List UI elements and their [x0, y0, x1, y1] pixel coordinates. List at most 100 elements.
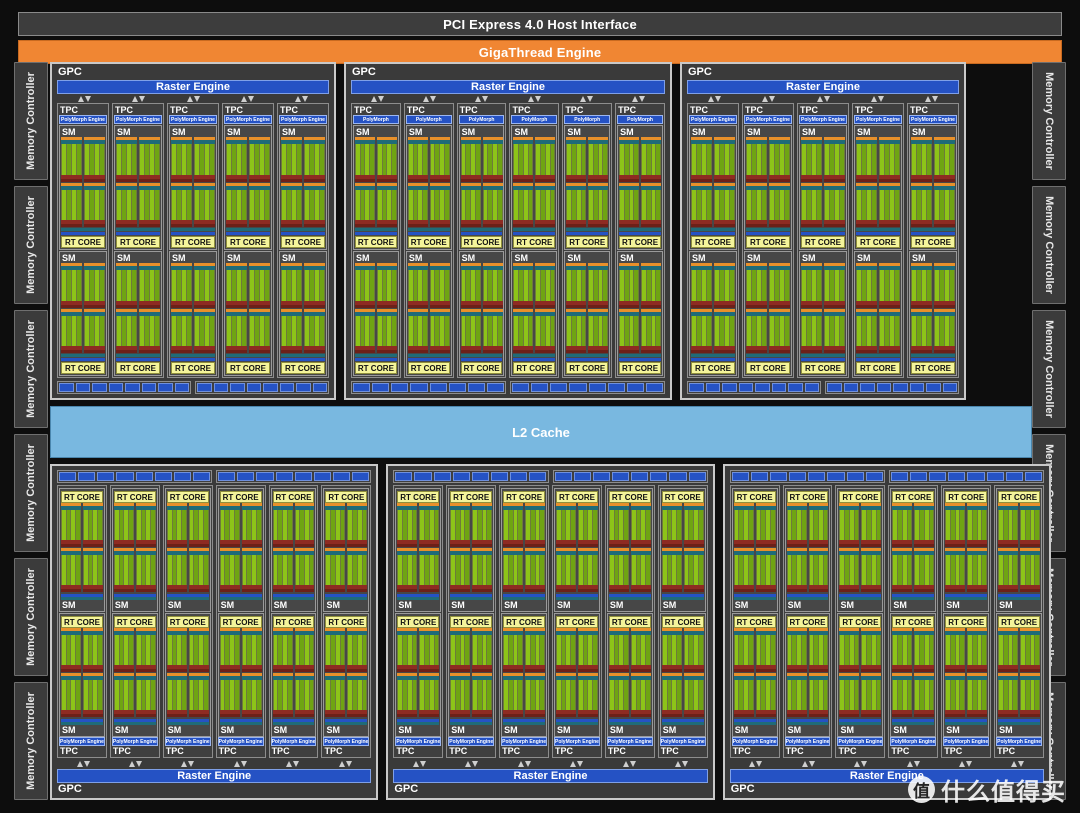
sm-body [786, 628, 829, 725]
tpc-3-3: RT CORE SM RT CORE SM PolyMorph Engine TPC [835, 485, 886, 758]
special-function-unit-bar [577, 544, 598, 547]
cuda-core-columns [879, 144, 900, 175]
arrow-pair [109, 759, 161, 768]
rop-unit [294, 472, 312, 481]
rt-core: RT CORE [892, 491, 935, 503]
special-function-unit-bar [113, 669, 134, 672]
sm-partition-pair-2 [746, 308, 790, 353]
cuda-core-column [181, 635, 186, 665]
cuda-core-column [545, 189, 550, 220]
processing-block-4 [241, 548, 262, 592]
processing-block-4 [824, 308, 845, 353]
arrow-pair [214, 759, 266, 768]
cuda-core-columns [273, 680, 293, 710]
cuda-core-column [631, 680, 636, 710]
sm-partition-pair-1 [608, 503, 651, 547]
arrow-up-icon [762, 95, 769, 102]
rt-core: RT CORE [61, 362, 105, 374]
cuda-core-column [227, 144, 231, 175]
cuda-core-columns [914, 510, 934, 540]
tpc-1-3: RT CORE SM RT CORE SM PolyMorph Engine TPC [162, 485, 213, 758]
sm-body [397, 628, 440, 725]
cuda-core-column [835, 189, 839, 220]
processing-block-3 [998, 548, 1019, 592]
rt-core: RT CORE [786, 616, 829, 628]
arrow-down-icon [345, 760, 352, 767]
sm-3-6-sm2: RT CORE SM [996, 613, 1043, 737]
rop-strip [57, 470, 372, 483]
special-function-unit-bar [450, 669, 471, 672]
special-function-unit-bar [241, 669, 262, 672]
cuda-core-column [237, 144, 241, 175]
cuda-core-column [915, 510, 920, 540]
cuda-core-column [572, 144, 576, 175]
cuda-core-column [823, 510, 828, 540]
rt-core: RT CORE [355, 362, 397, 374]
cuda-core-columns [325, 680, 345, 710]
rt-core: RT CORE [746, 236, 790, 248]
cuda-core-columns [684, 635, 704, 665]
cuda-core-column [809, 555, 814, 585]
special-function-unit-bar [188, 544, 209, 547]
cuda-core-column [624, 189, 629, 220]
sm-body [911, 137, 955, 235]
sm-body [503, 628, 546, 725]
cuda-core-column [583, 555, 588, 585]
texture-units-strip [61, 228, 105, 235]
cuda-core-column [66, 510, 71, 540]
processing-block-3 [746, 182, 767, 227]
cuda-core-columns [535, 189, 555, 220]
cuda-core-column [124, 635, 129, 665]
cuda-core-column [72, 144, 76, 175]
sm-label: SM [504, 725, 518, 735]
cuda-core-column [756, 510, 761, 540]
rop-unit [125, 383, 140, 392]
cuda-core-columns [824, 270, 845, 301]
processing-block-3 [892, 548, 913, 592]
sm-1-5-sm2: SM RT CORE [279, 251, 327, 376]
sm-body [407, 263, 450, 361]
cuda-core-column [589, 315, 593, 346]
processing-block-2 [683, 503, 704, 547]
processing-block-4 [914, 548, 935, 592]
cuda-core-column [408, 144, 413, 175]
cuda-core-column [129, 635, 133, 665]
sm-partition-pair-2 [460, 308, 503, 353]
processing-block-1 [746, 263, 767, 308]
cuda-core-columns [578, 680, 598, 710]
rt-core: RT CORE [998, 491, 1041, 503]
cuda-core-column [862, 555, 867, 585]
rt-core: RT CORE [566, 236, 609, 248]
processing-block-2 [304, 137, 325, 182]
special-function-unit-bar [525, 544, 546, 547]
cuda-core-columns [879, 315, 900, 346]
cuda-core-columns [769, 189, 790, 220]
special-function-unit-bar [892, 714, 913, 717]
processing-block-1 [945, 503, 966, 547]
cuda-core-column [225, 680, 230, 710]
cuda-core-column [677, 680, 681, 710]
cuda-core-column [398, 635, 403, 665]
special-function-unit-bar [755, 669, 776, 672]
cuda-core-column [315, 315, 319, 346]
tpc-1-5: TPC PolyMorph Engine SM RT CORE SM RT CORE [277, 103, 329, 378]
cuda-core-column [124, 555, 129, 585]
cuda-core-column [460, 555, 465, 585]
cuda-core-column [167, 680, 172, 710]
special-function-unit-bar [839, 544, 860, 547]
cuda-core-columns [242, 635, 262, 665]
sm-body [892, 503, 935, 600]
cuda-core-column [460, 510, 465, 540]
special-function-unit-bar [249, 304, 270, 308]
cuda-core-column [572, 315, 576, 346]
cuda-core-column [513, 635, 518, 665]
sm-body [801, 137, 845, 235]
cuda-core-columns [136, 680, 156, 710]
special-function-unit-bar [61, 669, 81, 672]
memory-controller-label: Memory Controller [1043, 72, 1056, 170]
sm-partition-pair-2 [281, 308, 325, 353]
cuda-core-column [398, 510, 403, 540]
arrow-up-icon [854, 760, 861, 767]
special-function-unit-bar [691, 224, 712, 227]
sm-2-2-sm2: RT CORE SM [448, 613, 495, 737]
